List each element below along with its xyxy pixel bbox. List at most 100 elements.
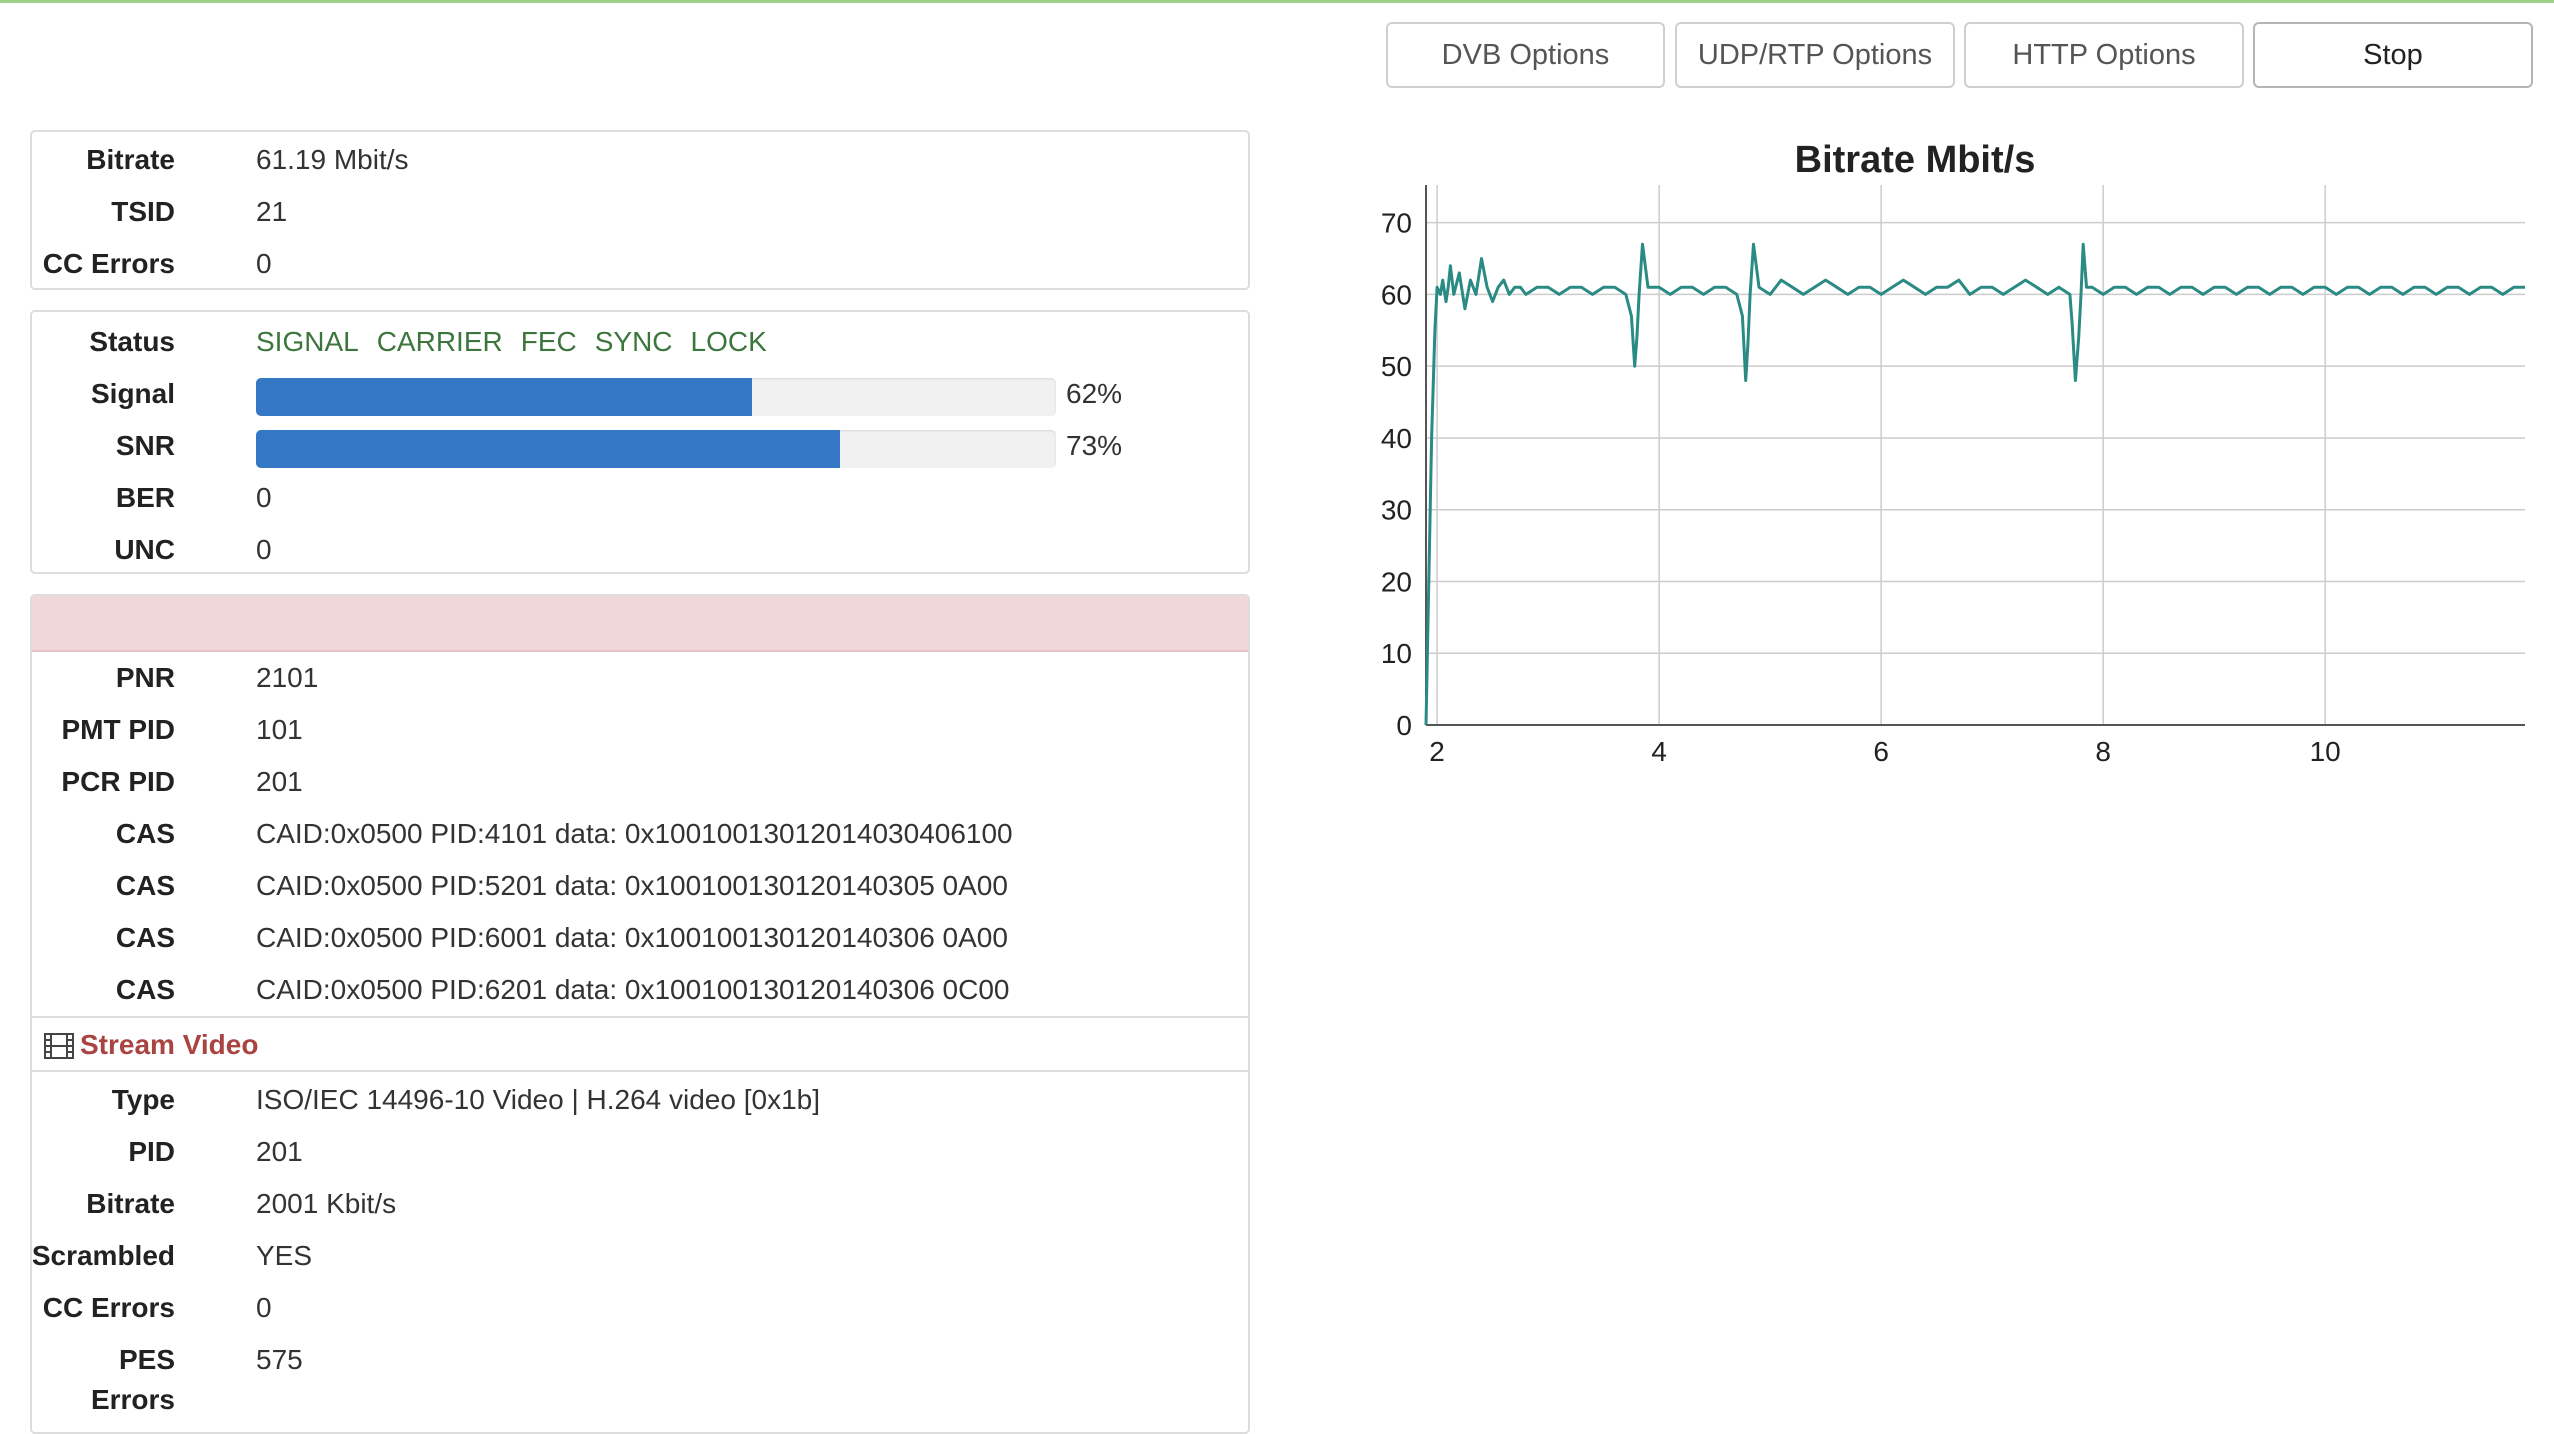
program-panel: PNR 2101 PMT PID 101 PCR PID 201 CAS CAI… — [30, 594, 1250, 1434]
stream-bitrate-value: 2001 Kbit/s — [256, 1188, 397, 1219]
x-tick-label: 4 — [1651, 736, 1667, 767]
cc-errors-value: 0 — [256, 248, 272, 279]
cas-value: CAID:0x0500 PID:5201 data: 0x10010013012… — [256, 870, 1008, 901]
cas-row: CAS CAID:0x0500 PID:6201 data: 0x1001001… — [32, 964, 1248, 1016]
status-row: Status SIGNAL CARRIER FEC SYNC LOCK — [32, 316, 1248, 368]
cc-errors-row: CC Errors 0 — [32, 238, 1248, 290]
stream-type-label: Type — [111, 1084, 175, 1115]
ber-label: BER — [115, 482, 175, 513]
stream-pid-label: PID — [128, 1136, 175, 1167]
summary-panel: Bitrate 61.19 Mbit/s TSID 21 CC Errors 0 — [30, 130, 1250, 290]
cas-value: CAID:0x0500 PID:6001 data: 0x10010013012… — [256, 922, 1008, 953]
tsid-label: TSID — [111, 196, 175, 227]
scrambled-value: YES — [256, 1240, 313, 1271]
x-tick-label: 10 — [2310, 736, 2341, 767]
udp-rtp-options-button[interactable]: UDP/RTP Options — [1675, 22, 1955, 88]
program-alert-band — [32, 596, 1248, 652]
section-divider — [32, 1016, 1248, 1018]
film-icon — [44, 1033, 74, 1059]
bitrate-chart: Bitrate Mbit/s 0 10 20 30 40 50 60 70 2 4 6 8 10 — [1381, 139, 2525, 767]
pmt-pid-label: PMT PID — [61, 714, 175, 745]
scrambled-label: Scrambled — [31, 1240, 175, 1271]
y-tick-label: 50 — [1381, 351, 1412, 382]
stream-video-header[interactable]: Stream Video — [32, 1019, 1248, 1071]
signal-percent: 62% — [1066, 378, 1123, 409]
snr-row: SNR 73% — [32, 420, 1248, 472]
pnr-row: PNR 2101 — [32, 652, 1248, 704]
pcr-pid-value: 201 — [256, 766, 303, 797]
scrambled-row: Scrambled YES — [32, 1230, 1248, 1282]
cas-row: CAS CAID:0x0500 PID:6001 data: 0x1001001… — [32, 912, 1248, 964]
pcr-pid-label: PCR PID — [61, 766, 175, 797]
status-flags: SIGNAL CARRIER FEC SYNC LOCK — [256, 316, 785, 368]
status-signal: SIGNAL — [256, 326, 359, 357]
ber-row: BER 0 — [32, 472, 1248, 524]
pes-errors-label: PES Errors — [91, 1340, 175, 1420]
snr-percent: 73% — [1066, 430, 1123, 461]
y-tick-label: 30 — [1381, 495, 1412, 526]
unc-value: 0 — [256, 534, 272, 565]
stream-cc-errors-value: 0 — [256, 1292, 272, 1323]
pes-errors-label-line1: PES — [118, 1344, 175, 1375]
x-tick-label: 6 — [1873, 736, 1889, 767]
signal-row: Signal 62% — [32, 368, 1248, 420]
snr-bar — [256, 430, 1056, 468]
stream-cc-errors-label: CC Errors — [42, 1292, 175, 1323]
snr-label: SNR — [115, 430, 175, 461]
y-tick-label: 10 — [1381, 638, 1412, 669]
stream-bitrate-label: Bitrate — [86, 1188, 175, 1219]
tsid-value: 21 — [256, 196, 288, 227]
bitrate-value: 61.19 Mbit/s — [256, 144, 409, 175]
dvb-options-button[interactable]: DVB Options — [1386, 22, 1665, 88]
pes-errors-value: 575 — [256, 1344, 303, 1375]
chart-title: Bitrate Mbit/s — [1795, 139, 2036, 181]
signal-bar-fill — [256, 378, 752, 416]
y-tick-label: 0 — [1396, 710, 1412, 741]
unc-row: UNC 0 — [32, 524, 1248, 576]
pmt-pid-value: 101 — [256, 714, 303, 745]
pnr-label: PNR — [115, 662, 175, 693]
signal-bar — [256, 378, 1056, 416]
http-options-button[interactable]: HTTP Options — [1964, 22, 2244, 88]
signal-label: Signal — [90, 378, 175, 409]
stream-cc-errors-row: CC Errors 0 — [32, 1282, 1248, 1334]
pes-errors-row: PES Errors 575 — [32, 1334, 1248, 1424]
stream-type-row: Type ISO/IEC 14496-10 Video | H.264 vide… — [32, 1074, 1248, 1126]
cas-row: CAS CAID:0x0500 PID:4101 data: 0x1001001… — [32, 808, 1248, 860]
y-tick-label: 60 — [1381, 279, 1412, 310]
bitrate-row: Bitrate 61.19 Mbit/s — [32, 134, 1248, 186]
unc-label: UNC — [114, 534, 175, 565]
stream-video-title: Stream Video — [80, 1029, 259, 1060]
chart-axes — [1425, 185, 2525, 726]
cas-label: CAS — [115, 974, 175, 1005]
x-tick-label: 8 — [2095, 736, 2111, 767]
cas-label: CAS — [115, 922, 175, 953]
signal-panel: Status SIGNAL CARRIER FEC SYNC LOCK Signal 6… — [30, 310, 1250, 574]
y-tick-label: 40 — [1381, 423, 1412, 454]
status-carrier: CARRIER — [376, 326, 503, 357]
x-tick-label: 2 — [1429, 736, 1445, 767]
stop-button[interactable]: Stop — [2253, 22, 2533, 88]
status-label: Status — [89, 326, 175, 357]
tsid-row: TSID 21 — [32, 186, 1248, 238]
snr-bar-fill — [256, 430, 840, 468]
status-lock: LOCK — [690, 326, 767, 357]
cas-value: CAID:0x0500 PID:6201 data: 0x10010013012… — [256, 974, 1010, 1005]
section-divider — [32, 1070, 1248, 1072]
y-tick-label: 20 — [1381, 566, 1412, 597]
y-tick-label: 70 — [1381, 208, 1412, 239]
stream-type-value: ISO/IEC 14496-10 Video | H.264 video [0x… — [256, 1084, 821, 1115]
cc-errors-label: CC Errors — [42, 248, 175, 279]
top-accent-line — [0, 0, 2554, 3]
cas-value: CAID:0x0500 PID:4101 data: 0x10010013012… — [256, 818, 1013, 849]
cas-label: CAS — [115, 818, 175, 849]
ber-value: 0 — [256, 482, 272, 513]
stream-bitrate-row: Bitrate 2001 Kbit/s — [32, 1178, 1248, 1230]
pcr-pid-row: PCR PID 201 — [32, 756, 1248, 808]
stream-pid-row: PID 201 — [32, 1126, 1248, 1178]
cas-row: CAS CAID:0x0500 PID:5201 data: 0x1001001… — [32, 860, 1248, 912]
pes-errors-label-line2: Errors — [90, 1384, 175, 1415]
cas-label: CAS — [115, 870, 175, 901]
stream-pid-value: 201 — [256, 1136, 303, 1167]
status-sync: SYNC — [594, 326, 673, 357]
